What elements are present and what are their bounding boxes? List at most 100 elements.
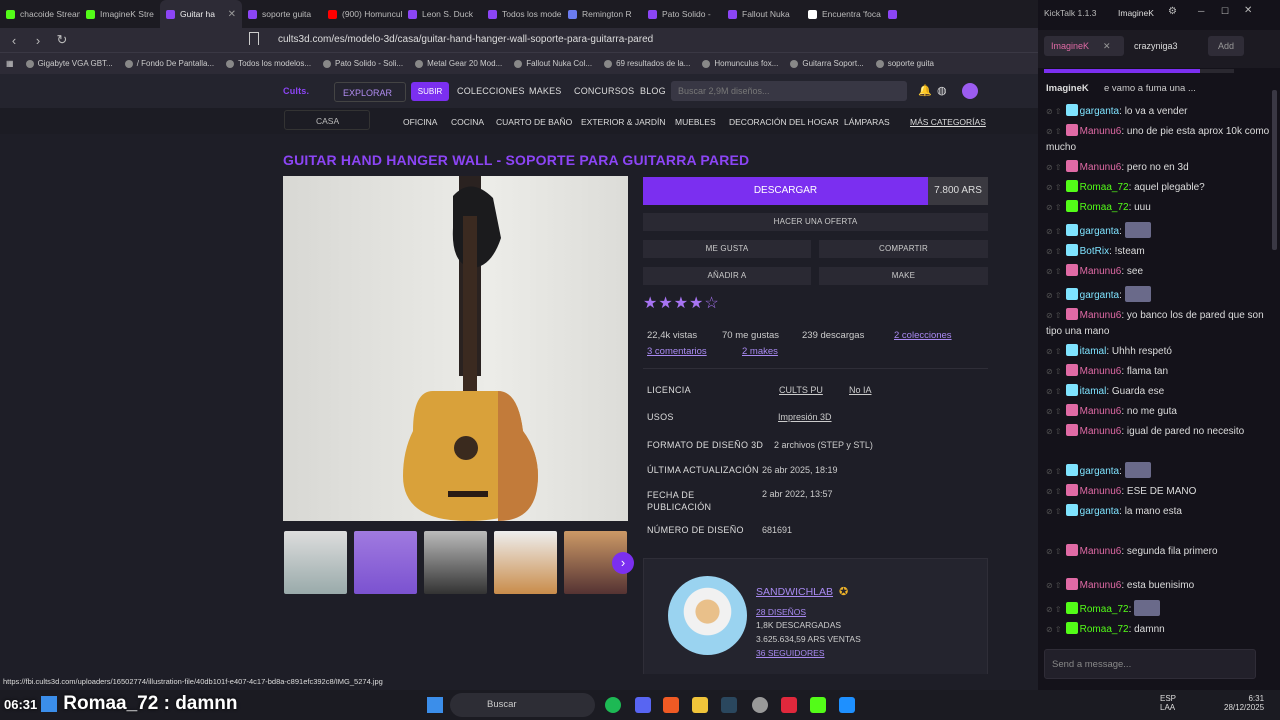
collections-link[interactable]: 2 colecciones	[894, 330, 952, 341]
bookmark-item[interactable]: 69 resultados de la...	[598, 59, 696, 68]
bookmark-item[interactable]: Fallout Nuka Col...	[508, 59, 598, 68]
chat-tab-imaginek[interactable]: ImagineK ✕	[1044, 36, 1124, 56]
cat-decoracion[interactable]: DECORACIÓN DEL HOGAR	[729, 117, 839, 127]
thumbnail-4[interactable]	[494, 531, 557, 594]
mod-actions-icon[interactable]: ⊘ ⇧	[1046, 247, 1062, 256]
download-button[interactable]: DESCARGAR	[643, 177, 928, 205]
like-button[interactable]: ME GUSTA	[643, 240, 811, 258]
cat-exterior[interactable]: EXTERIOR & JARDÍN	[581, 117, 666, 127]
chat-scrollbar[interactable]	[1272, 90, 1277, 250]
thumbnail-3[interactable]	[424, 531, 487, 594]
browser-tab[interactable]: ImagineK Stre	[80, 0, 160, 28]
mod-actions-icon[interactable]: ⊘ ⇧	[1046, 163, 1062, 172]
thumbnail-2[interactable]	[354, 531, 417, 594]
chat-username[interactable]: BotRix	[1080, 246, 1109, 257]
chat-username[interactable]: Romaa_72	[1080, 624, 1129, 635]
thumbnail-1[interactable]	[284, 531, 347, 594]
input-language[interactable]: ESP LAA	[1160, 694, 1176, 712]
reload-icon[interactable]: ↻	[52, 32, 72, 48]
cat-lamparas[interactable]: LÁMPARAS	[844, 117, 890, 127]
mod-actions-icon[interactable]: ⊘ ⇧	[1046, 367, 1062, 376]
license-link[interactable]: CULTS PU	[779, 385, 823, 395]
browser-tab[interactable]: chacoide Stream	[0, 0, 80, 28]
chat-username[interactable]: garganta	[1080, 226, 1119, 237]
clock[interactable]: 6:31 28/12/2025	[1224, 694, 1264, 712]
mod-actions-icon[interactable]: ⊘ ⇧	[1046, 625, 1062, 634]
bookmark-item[interactable]: Metal Gear 20 Mod...	[409, 59, 508, 68]
chat-username[interactable]: Manunu6	[1080, 426, 1122, 437]
chat-message[interactable]: ⊘ ⇧ Romaa_72:	[1038, 600, 1272, 618]
browser-tab[interactable]: Encuentra 'foca	[802, 0, 882, 28]
mod-actions-icon[interactable]: ⊘ ⇧	[1046, 605, 1062, 614]
bookmark-item[interactable]: / Fondo De Pantalla...	[119, 59, 220, 68]
chat-message[interactable]: ⊘ ⇧ Manunu6: ESE DE MANO	[1038, 484, 1272, 500]
bookmark-item[interactable]: Gigabyte VGA GBT...	[20, 59, 119, 68]
apps-icon[interactable]: ▦	[0, 59, 20, 68]
chat-message[interactable]: ⊘ ⇧ Manunu6: igual de pared no necesito	[1038, 424, 1272, 440]
site-logo[interactable]: Cults.	[283, 86, 309, 96]
chat-message[interactable]: ⊘ ⇧ Manunu6: esta buenisimo	[1038, 578, 1272, 594]
bookmark-item[interactable]: Homunculus fox...	[696, 59, 784, 68]
mod-actions-icon[interactable]: ⊘ ⇧	[1046, 387, 1062, 396]
app-blue-icon[interactable]	[839, 697, 855, 713]
chat-username[interactable]: Romaa_72	[1080, 604, 1129, 615]
chat-username[interactable]: garganta	[1080, 290, 1119, 301]
chat-username[interactable]: Manunu6	[1080, 310, 1122, 321]
chat-username[interactable]: Manunu6	[1080, 546, 1122, 557]
forward-icon[interactable]: ›	[28, 33, 48, 48]
minimize-icon[interactable]: ─	[1198, 6, 1204, 16]
chat-input[interactable]: Send a message...	[1044, 649, 1256, 679]
browser-tab[interactable]: Remington R	[562, 0, 642, 28]
mod-actions-icon[interactable]: ⊘ ⇧	[1046, 407, 1062, 416]
mod-actions-icon[interactable]: ⊘ ⇧	[1046, 507, 1062, 516]
chat-username[interactable]: Manunu6	[1080, 406, 1122, 417]
cat-muebles[interactable]: MUEBLES	[675, 117, 716, 127]
url-field[interactable]: cults3d.com/es/modelo-3d/casa/guitar-han…	[278, 34, 653, 45]
cat-bano[interactable]: CUARTO DE BAÑO	[496, 117, 572, 127]
close-icon[interactable]: ✕	[1103, 41, 1111, 51]
app-red-icon[interactable]	[781, 697, 797, 713]
mod-actions-icon[interactable]: ⊘ ⇧	[1046, 291, 1062, 300]
mod-actions-icon[interactable]: ⊘ ⇧	[1046, 467, 1062, 476]
back-icon[interactable]: ‹	[4, 33, 24, 48]
close-tab-icon[interactable]: ✕	[228, 9, 236, 20]
chat-username[interactable]: Manunu6	[1080, 366, 1122, 377]
format-value[interactable]: 2 archivos (STEP y STL)	[774, 440, 873, 450]
browser-tab[interactable]	[882, 0, 962, 28]
cat-oficina[interactable]: OFICINA	[403, 117, 437, 127]
chat-username[interactable]: Romaa_72	[1080, 182, 1129, 193]
bookmark-item[interactable]: Pato Solido - Soli...	[317, 59, 409, 68]
creator-designs[interactable]: 28 DISEÑOS	[756, 607, 806, 617]
chat-message[interactable]: ⊘ ⇧ garganta:	[1038, 222, 1272, 240]
chat-message[interactable]: ⊘ ⇧ garganta:	[1038, 462, 1272, 480]
creator-followers[interactable]: 36 SEGUIDORES	[756, 648, 825, 658]
browser-tab[interactable]: Pato Solido -	[642, 0, 722, 28]
chat-message[interactable]: ⊘ ⇧ Romaa_72: uuu	[1038, 200, 1272, 216]
bookmark-icon[interactable]	[249, 32, 259, 45]
chat-message[interactable]: ⊘ ⇧ Manunu6: flama tan	[1038, 364, 1272, 380]
uses-link[interactable]: Impresión 3D	[778, 412, 832, 422]
chat-message[interactable]: ⊘ ⇧ Manunu6: no me guta	[1038, 404, 1272, 420]
nav-blog[interactable]: BLOG	[640, 86, 666, 96]
chat-message[interactable]: ⊘ ⇧ Romaa_72: damnn	[1038, 622, 1272, 638]
chat-username[interactable]: Romaa_72	[1080, 202, 1129, 213]
brave-icon[interactable]	[663, 697, 679, 713]
chat-message[interactable]: ⊘ ⇧ Manunu6: pero no en 3d	[1038, 160, 1272, 176]
mod-actions-icon[interactable]: ⊘ ⇧	[1046, 183, 1062, 192]
make-offer-button[interactable]: HACER UNA OFERTA	[643, 213, 988, 231]
browser-tab[interactable]: soporte guita	[242, 0, 322, 28]
bell-icon[interactable]: 🔔	[918, 84, 932, 97]
kick-icon[interactable]	[810, 697, 826, 713]
mod-actions-icon[interactable]: ⊘ ⇧	[1046, 347, 1062, 356]
creator-name[interactable]: SANDWICHLAB	[756, 586, 833, 598]
rating-stars[interactable]: ★★★★☆	[643, 293, 720, 313]
upload-button[interactable]: SUBIR	[411, 82, 449, 101]
make-button[interactable]: MAKE	[819, 267, 988, 285]
browser-tab[interactable]: Leon S. Duck	[402, 0, 482, 28]
mod-actions-icon[interactable]: ⊘ ⇧	[1046, 107, 1062, 116]
chat-message[interactable]: ⊘ ⇧ Manunu6: segunda fila primero	[1038, 544, 1272, 560]
no-ai-link[interactable]: No IA	[849, 385, 872, 395]
browser-tab[interactable]: Fallout Nuka	[722, 0, 802, 28]
mod-actions-icon[interactable]: ⊘ ⇧	[1046, 203, 1062, 212]
mod-actions-icon[interactable]: ⊘ ⇧	[1046, 427, 1062, 436]
